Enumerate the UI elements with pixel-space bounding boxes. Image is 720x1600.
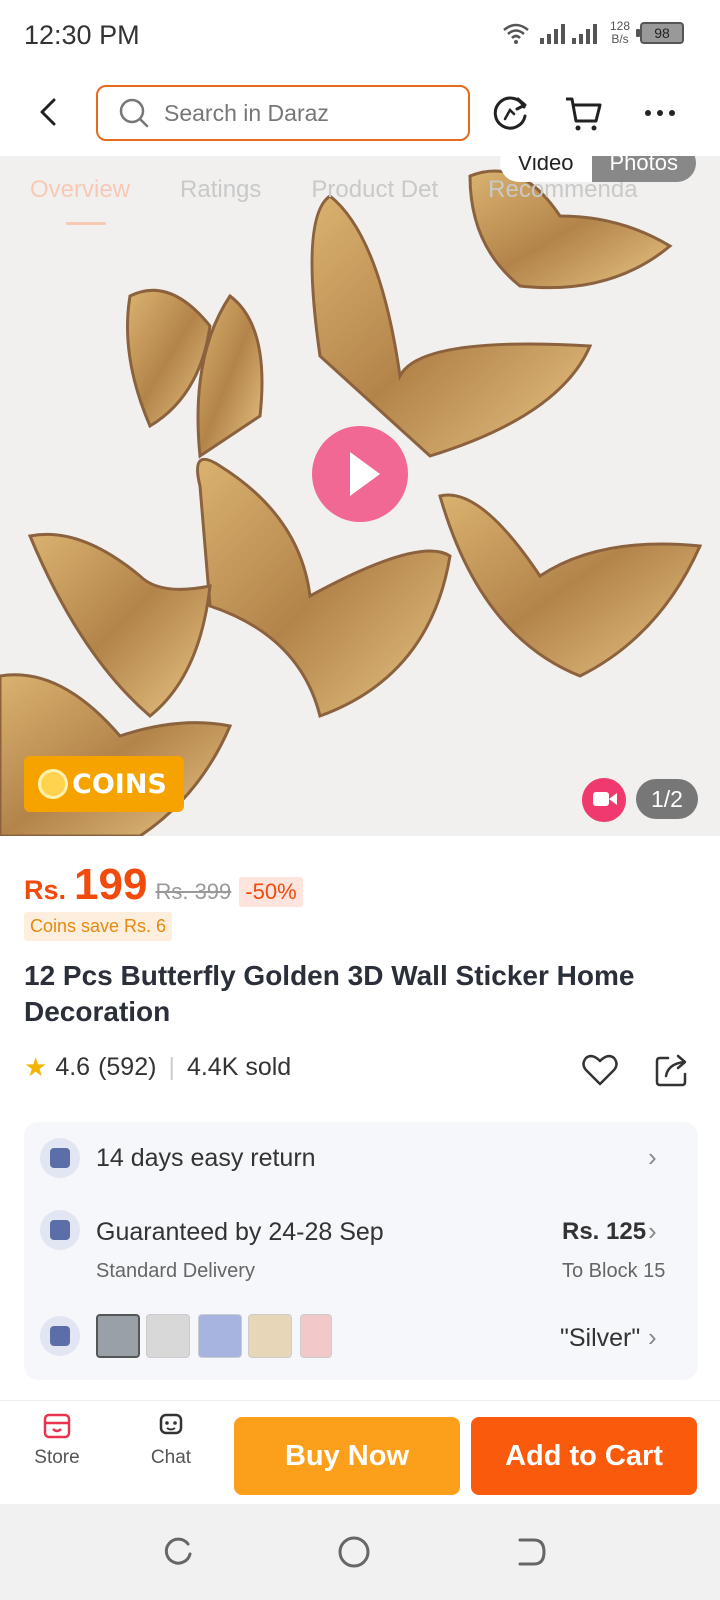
battery-icon: 98	[636, 22, 684, 44]
rating-row[interactable]: ★ 4.6 (592) | 4.4K sold	[24, 1052, 291, 1083]
review-count: (592)	[98, 1053, 157, 1081]
delivery-location: To Block 15	[562, 1260, 666, 1282]
refresh-icon[interactable]	[488, 91, 532, 135]
bottom-action-bar: Store Chat Buy Now Add to Cart	[0, 1400, 720, 1504]
status-bar: 12:30 PM 128 B/s 98	[0, 0, 720, 72]
add-to-cart-button[interactable]: Add to Cart	[471, 1417, 697, 1495]
share-icon[interactable]	[652, 1050, 692, 1090]
top-nav	[0, 78, 720, 150]
price-row: Rs. 199 Rs. 399 -50%	[24, 860, 303, 910]
chevron-right-icon[interactable]: ›	[648, 1322, 657, 1353]
net-speed: 128 B/s	[609, 19, 630, 46]
more-options-icon[interactable]	[638, 91, 682, 135]
search-bar[interactable]	[96, 85, 470, 141]
recent-apps-icon[interactable]	[160, 1534, 196, 1570]
tab-ratings[interactable]: Ratings	[180, 176, 261, 204]
variant-swatch-pink[interactable]	[300, 1314, 332, 1358]
wishlist-heart-icon[interactable]	[580, 1050, 620, 1090]
chat-button[interactable]: Chat	[126, 1409, 216, 1469]
coin-icon	[38, 769, 68, 799]
chat-label: Chat	[150, 1447, 192, 1468]
back-icon[interactable]	[512, 1534, 548, 1570]
video-camera-icon[interactable]	[582, 778, 626, 822]
delivery-box-icon	[40, 1210, 80, 1250]
wifi-icon	[503, 23, 529, 44]
price-original: Rs. 399	[155, 879, 232, 904]
variant-swatch-blue[interactable]	[198, 1314, 242, 1358]
image-counter: 1/2	[636, 779, 698, 819]
returns-text[interactable]: 14 days easy return	[96, 1144, 316, 1173]
shield-check-icon	[40, 1138, 80, 1178]
signal-icon	[539, 24, 597, 44]
delivery-price: Rs. 125	[562, 1218, 647, 1245]
search-icon	[119, 98, 149, 128]
store-button[interactable]: Store	[12, 1409, 102, 1469]
buy-now-button[interactable]: Buy Now	[234, 1417, 460, 1495]
rating-value: 4.6	[55, 1053, 91, 1081]
tab-overview[interactable]: Overview	[30, 176, 130, 225]
price-current: 199	[74, 860, 148, 909]
delivery-type: Standard Delivery	[96, 1260, 255, 1282]
divider: |	[168, 1053, 175, 1081]
coins-badge: COINS	[24, 756, 184, 812]
cart-icon[interactable]	[562, 91, 606, 135]
search-input[interactable]	[164, 99, 444, 127]
coins-save-badge: Coins save Rs. 6	[24, 912, 173, 941]
chevron-right-icon[interactable]: ›	[648, 1216, 657, 1247]
status-time: 12:30 PM	[24, 20, 140, 50]
play-video-button[interactable]	[312, 426, 408, 522]
sold-count: 4.4K sold	[186, 1053, 292, 1081]
back-arrow-icon[interactable]	[30, 92, 70, 132]
delivery-title[interactable]: Guaranteed by 24-28 Sep	[96, 1218, 384, 1247]
store-icon	[43, 1413, 71, 1439]
product-image-gallery[interactable]: Overview Ratings Product Det Recommenda …	[0, 156, 720, 836]
chat-icon	[159, 1413, 183, 1435]
service-info-card: 14 days easy return › Guaranteed by 24-2…	[24, 1122, 698, 1380]
star-icon: ★	[24, 1052, 48, 1082]
variants-grid-icon	[40, 1316, 80, 1356]
tab-product-details[interactable]: Product Det	[311, 176, 438, 204]
video-toggle-button[interactable]: Video	[499, 156, 592, 182]
selected-variant[interactable]: "Silver"	[560, 1324, 640, 1353]
status-icons: 128 B/s 98	[502, 20, 684, 46]
store-label: Store	[34, 1447, 80, 1468]
photos-toggle-button[interactable]: Photos	[591, 156, 696, 182]
variant-swatch-mixed[interactable]	[248, 1314, 292, 1358]
discount-badge: -50%	[239, 877, 303, 907]
variant-swatch-silver[interactable]	[96, 1314, 140, 1358]
chevron-right-icon[interactable]: ›	[648, 1142, 657, 1173]
home-icon[interactable]	[336, 1534, 372, 1570]
system-navigation-bar	[0, 1504, 720, 1600]
variant-swatch-black[interactable]	[146, 1314, 190, 1358]
product-title: 12 Pcs Butterfly Golden 3D Wall Sticker …	[24, 960, 635, 1027]
coins-badge-label: COINS	[72, 768, 167, 800]
price-currency: Rs.	[24, 875, 67, 905]
media-toggle: Video Photos	[499, 156, 696, 182]
